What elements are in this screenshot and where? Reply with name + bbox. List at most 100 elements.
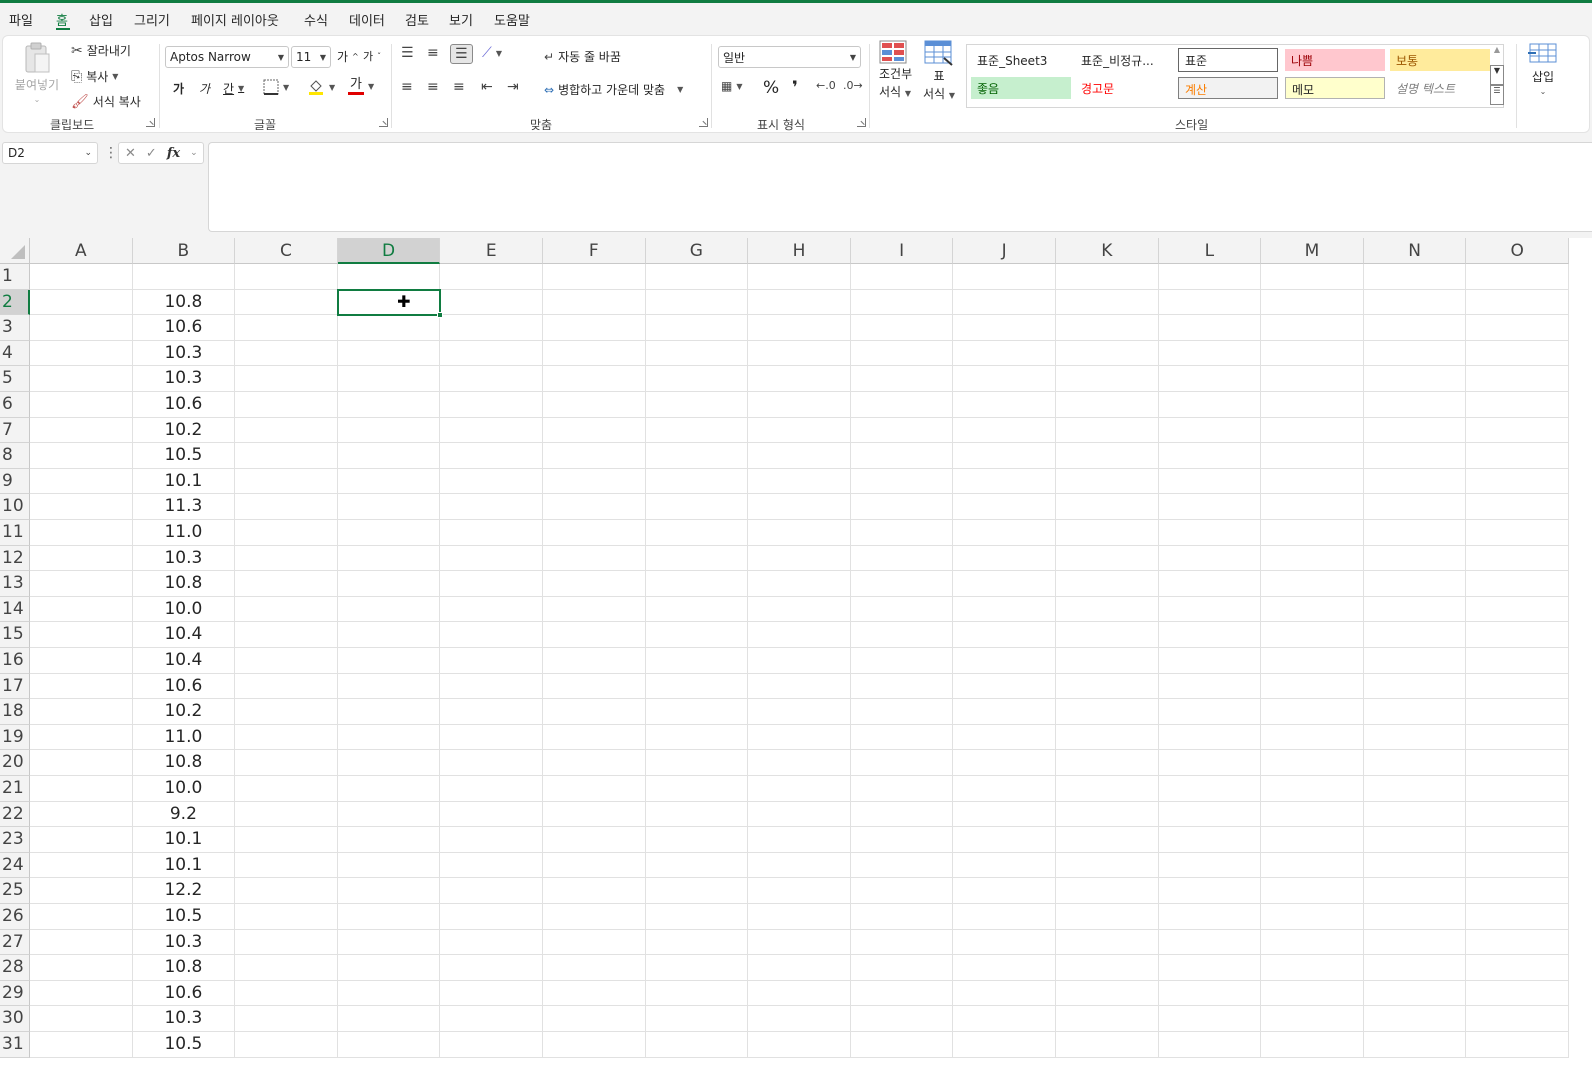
cell-a28[interactable] bbox=[30, 955, 133, 981]
cell-h21[interactable] bbox=[748, 776, 851, 802]
cell-d11[interactable] bbox=[337, 520, 441, 546]
cell-m7[interactable] bbox=[1261, 417, 1364, 444]
cell-m22[interactable] bbox=[1261, 801, 1364, 828]
cell-h24[interactable] bbox=[748, 852, 851, 879]
cell-e11[interactable] bbox=[440, 520, 543, 546]
row-header[interactable]: 3 bbox=[0, 315, 30, 341]
cell-k8[interactable] bbox=[1056, 443, 1159, 469]
cell-g24[interactable] bbox=[645, 852, 749, 879]
cell-k10[interactable] bbox=[1056, 494, 1159, 520]
cell-f24[interactable] bbox=[543, 852, 646, 879]
decrease-decimal-button[interactable]: .0→ bbox=[843, 80, 863, 91]
style-item-note[interactable]: 메모 bbox=[1285, 77, 1385, 99]
cell-k27[interactable] bbox=[1056, 929, 1159, 956]
cell-e24[interactable] bbox=[440, 852, 543, 879]
cell-g14[interactable] bbox=[645, 596, 749, 623]
cell-o24[interactable] bbox=[1466, 852, 1569, 879]
cell-l18[interactable] bbox=[1158, 699, 1262, 725]
cell-k20[interactable] bbox=[1056, 750, 1159, 776]
grow-font-button[interactable]: 가 ^ bbox=[337, 48, 359, 65]
cell-k25[interactable] bbox=[1056, 878, 1159, 904]
cell-a23[interactable] bbox=[30, 827, 133, 853]
cell-j18[interactable] bbox=[953, 699, 1056, 725]
cell-a10[interactable] bbox=[30, 494, 133, 520]
cell-b9[interactable]: 10.1 bbox=[132, 468, 236, 495]
cell-d23[interactable] bbox=[337, 827, 441, 853]
tab-insert[interactable]: 삽입 bbox=[89, 10, 113, 29]
cell-g2[interactable] bbox=[645, 289, 749, 316]
decrease-indent-button[interactable]: ⇤ bbox=[481, 80, 493, 94]
chevron-down-icon[interactable]: ⌄ bbox=[190, 148, 198, 158]
cell-a17[interactable] bbox=[30, 673, 133, 700]
cell-i11[interactable] bbox=[850, 520, 954, 546]
cell-a27[interactable] bbox=[30, 929, 133, 956]
cell-b30[interactable]: 10.3 bbox=[132, 1006, 236, 1032]
cell-d3[interactable] bbox=[337, 315, 441, 341]
cell-b28[interactable]: 10.8 bbox=[132, 955, 236, 981]
cell-m21[interactable] bbox=[1261, 776, 1364, 802]
cell-g11[interactable] bbox=[645, 520, 749, 546]
cell-c21[interactable] bbox=[235, 776, 338, 802]
cell-c24[interactable] bbox=[235, 852, 338, 879]
cell-n20[interactable] bbox=[1363, 750, 1467, 776]
cell-j14[interactable] bbox=[953, 596, 1056, 623]
cell-b7[interactable]: 10.2 bbox=[132, 417, 236, 444]
cell-j6[interactable] bbox=[953, 392, 1056, 418]
cell-m5[interactable] bbox=[1261, 366, 1364, 392]
row-header[interactable]: 19 bbox=[0, 724, 30, 751]
cell-m10[interactable] bbox=[1261, 494, 1364, 520]
cell-g26[interactable] bbox=[645, 904, 749, 930]
cell-b15[interactable]: 10.4 bbox=[132, 622, 236, 648]
cell-o9[interactable] bbox=[1466, 468, 1569, 495]
cell-b27[interactable]: 10.3 bbox=[132, 929, 236, 956]
row-header[interactable]: 5 bbox=[0, 366, 30, 392]
cell-g23[interactable] bbox=[645, 827, 749, 853]
cell-m17[interactable] bbox=[1261, 673, 1364, 700]
cell-d2[interactable] bbox=[337, 289, 441, 316]
cell-a30[interactable] bbox=[30, 1006, 133, 1032]
cell-i2[interactable] bbox=[850, 289, 954, 316]
style-item-calculation[interactable]: 계산 bbox=[1178, 77, 1278, 99]
cell-k13[interactable] bbox=[1056, 571, 1159, 597]
cell-d20[interactable] bbox=[337, 750, 441, 776]
cell-l16[interactable] bbox=[1158, 648, 1262, 674]
font-color-button[interactable]: 가 ▼ bbox=[348, 78, 374, 95]
cell-a6[interactable] bbox=[30, 392, 133, 418]
cell-n7[interactable] bbox=[1363, 417, 1467, 444]
cell-n17[interactable] bbox=[1363, 673, 1467, 700]
cell-n12[interactable] bbox=[1363, 545, 1467, 572]
cell-k11[interactable] bbox=[1056, 520, 1159, 546]
cell-h20[interactable] bbox=[748, 750, 851, 776]
cell-d7[interactable] bbox=[337, 417, 441, 444]
cell-n3[interactable] bbox=[1363, 315, 1467, 341]
cell-a1[interactable] bbox=[30, 264, 133, 290]
cell-n14[interactable] bbox=[1363, 596, 1467, 623]
cell-h17[interactable] bbox=[748, 673, 851, 700]
font-size-select[interactable]: 11 ▼ bbox=[291, 46, 331, 68]
cell-g3[interactable] bbox=[645, 315, 749, 341]
cell-c7[interactable] bbox=[235, 417, 338, 444]
cell-n10[interactable] bbox=[1363, 494, 1467, 520]
cell-l1[interactable] bbox=[1158, 264, 1262, 290]
cell-f30[interactable] bbox=[543, 1006, 646, 1032]
cell-o4[interactable] bbox=[1466, 340, 1569, 367]
cell-f18[interactable] bbox=[543, 699, 646, 725]
cell-d28[interactable] bbox=[337, 955, 441, 981]
number-format-select[interactable]: 일반 ▼ bbox=[718, 46, 861, 68]
cell-i9[interactable] bbox=[850, 468, 954, 495]
style-item-normal[interactable]: 표준 bbox=[1178, 48, 1278, 72]
insert-cells-button[interactable]: 삽입 ⌄ bbox=[1528, 42, 1558, 96]
cell-g28[interactable] bbox=[645, 955, 749, 981]
cell-f21[interactable] bbox=[543, 776, 646, 802]
cell-k6[interactable] bbox=[1056, 392, 1159, 418]
cell-n15[interactable] bbox=[1363, 622, 1467, 648]
cell-l28[interactable] bbox=[1158, 955, 1262, 981]
cell-g27[interactable] bbox=[645, 929, 749, 956]
cell-b17[interactable]: 10.6 bbox=[132, 673, 236, 700]
cell-a11[interactable] bbox=[30, 520, 133, 546]
cell-j4[interactable] bbox=[953, 340, 1056, 367]
cell-i20[interactable] bbox=[850, 750, 954, 776]
cell-a15[interactable] bbox=[30, 622, 133, 648]
cell-m3[interactable] bbox=[1261, 315, 1364, 341]
cell-o20[interactable] bbox=[1466, 750, 1569, 776]
